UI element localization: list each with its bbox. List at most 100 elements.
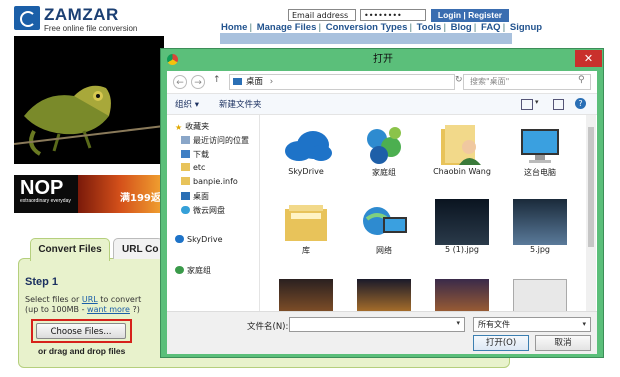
password-field[interactable]: ••••••••: [360, 9, 426, 21]
file-item-label: 网络: [376, 246, 392, 255]
desktop-icon: [233, 78, 242, 85]
image-thumb-icon: [513, 279, 567, 311]
folder-icon: [181, 163, 190, 171]
file-item-5-jpg[interactable]: 5.jpg: [504, 199, 576, 254]
recent-icon: [181, 136, 190, 144]
skydrive-icon: [175, 235, 184, 243]
image-thumb-icon: [513, 199, 567, 245]
sidebar-label: 桌面: [193, 192, 209, 201]
address-bar[interactable]: 桌面 ›: [229, 74, 455, 90]
promo-ad-text: 满199返: [120, 193, 161, 204]
nav-strip: [220, 33, 512, 44]
sidebar-item-recent[interactable]: 最近访问的位置: [181, 135, 249, 146]
zamzar-logo-icon[interactable]: [14, 6, 40, 30]
sidebar-item-favorites[interactable]: ★ 收藏夹: [175, 121, 209, 132]
sidebar-label: banpie.info: [193, 177, 238, 186]
new-folder-button[interactable]: 新建文件夹: [219, 98, 262, 110]
sidebar-label: 收藏夹: [185, 122, 210, 131]
scrollbar-thumb[interactable]: [588, 127, 594, 247]
download-icon: [181, 150, 190, 158]
homegroup-icon: [357, 121, 411, 167]
dialog-body: ← → ↑ 桌面 › ↻ 搜索"桌面" ⚲ 组织 ▾ 新建文件夹 ▾ ? ★ 收藏…: [167, 71, 597, 354]
nav-signup[interactable]: Signup: [510, 22, 542, 33]
nav-tools[interactable]: Tools: [417, 22, 442, 33]
sidebar-item-weiyun[interactable]: 微云网盘: [181, 205, 225, 216]
step-text: Select files or: [25, 295, 82, 304]
want-more-link[interactable]: want more: [87, 305, 130, 314]
tab-convert-files[interactable]: Convert Files: [30, 238, 110, 261]
forward-icon[interactable]: →: [191, 75, 205, 89]
file-item-network[interactable]: 网络: [348, 199, 420, 256]
open-file-dialog: 打开 ✕ ← → ↑ 桌面 › ↻ 搜索"桌面" ⚲ 组织 ▾ 新建文件夹 ▾ …: [160, 48, 604, 358]
dialog-title: 打开: [373, 54, 393, 65]
dialog-footer: 文件名(N): ▾ 所有文件 ▾ 打开(O) 取消: [167, 311, 597, 354]
organize-menu[interactable]: 组织 ▾: [175, 98, 199, 110]
file-item-5-1-jpg[interactable]: 5 (1).jpg: [426, 199, 498, 254]
nop-ad-banner[interactable]: NOP extraordinary everyday: [14, 175, 78, 213]
computer-icon: [513, 121, 567, 167]
folder-icon: [181, 177, 190, 185]
navigation-pane: ★ 收藏夹 最近访问的位置 下载 etc banpie.info 桌面 微云网盘 …: [167, 115, 260, 311]
desktop-icon: [181, 192, 190, 200]
choose-files-button[interactable]: Choose Files...: [36, 323, 126, 339]
nav-blog[interactable]: Blog: [451, 22, 472, 33]
close-button[interactable]: ✕: [575, 50, 602, 67]
login-register-button[interactable]: Login | Register: [431, 9, 509, 22]
sidebar-item-homegroup[interactable]: 家庭组: [175, 265, 211, 276]
email-field[interactable]: Email address: [288, 9, 356, 21]
drag-drop-hint: or drag and drop files: [38, 346, 126, 356]
nav-faq[interactable]: FAQ: [481, 22, 501, 33]
nav-home[interactable]: Home: [221, 22, 247, 33]
view-options-icon[interactable]: [521, 99, 533, 110]
help-icon[interactable]: ?: [575, 98, 586, 109]
filename-input[interactable]: ▾: [289, 317, 465, 332]
up-icon[interactable]: ↑: [213, 75, 221, 85]
back-icon[interactable]: ←: [173, 75, 187, 89]
file-item-libraries[interactable]: 库: [270, 199, 342, 256]
sidebar-item-downloads[interactable]: 下载: [181, 149, 209, 160]
file-item-thumb[interactable]: [348, 279, 420, 311]
file-grid: SkyDrive 家庭组 Chaobin Wang 这台电脑 库 网络 5 (1…: [260, 115, 586, 311]
search-icon[interactable]: ⚲: [578, 75, 585, 85]
url-link[interactable]: URL: [82, 295, 98, 304]
address-row: ← → ↑ 桌面 › ↻ 搜索"桌面" ⚲: [167, 71, 597, 94]
nav-conversion-types[interactable]: Conversion Types: [326, 22, 408, 33]
step-text: to convert: [97, 295, 142, 304]
sidebar-label: SkyDrive: [187, 235, 223, 244]
file-item-thumb[interactable]: [504, 279, 576, 311]
image-thumb-icon: [435, 199, 489, 245]
sidebar-item-banpie[interactable]: banpie.info: [181, 177, 238, 186]
file-item-this-pc[interactable]: 这台电脑: [504, 121, 576, 178]
sidebar-item-desktop[interactable]: 桌面: [181, 191, 209, 202]
refresh-icon[interactable]: ↻: [455, 75, 463, 85]
filename-label: 文件名(N):: [247, 322, 289, 332]
file-item-thumb[interactable]: [426, 279, 498, 311]
step-text: (up to 100MB -: [25, 305, 88, 314]
sidebar-item-etc[interactable]: etc: [181, 163, 205, 172]
open-button[interactable]: 打开(O): [473, 335, 529, 351]
nav-manage-files[interactable]: Manage Files: [257, 22, 317, 33]
step-description: Select files or URL to convert (up to 10…: [25, 295, 141, 315]
step-text: ?): [129, 305, 140, 314]
tab-url-convert[interactable]: URL Co: [113, 238, 163, 259]
sidebar-item-skydrive[interactable]: SkyDrive: [175, 235, 223, 244]
file-item-user-folder[interactable]: Chaobin Wang: [426, 121, 498, 176]
sidebar-label: 下载: [193, 150, 209, 159]
filetype-select[interactable]: 所有文件 ▾: [473, 317, 591, 332]
chevron-down-icon[interactable]: ▾: [535, 98, 539, 106]
chevron-down-icon[interactable]: ▾: [456, 319, 460, 327]
user-folder-icon: [435, 121, 489, 167]
cancel-button[interactable]: 取消: [535, 335, 591, 351]
file-item-thumb[interactable]: [270, 279, 342, 311]
preview-pane-icon[interactable]: [553, 99, 564, 110]
breadcrumb-chevron-icon: ›: [269, 77, 274, 87]
promo-ad-banner[interactable]: 满199返: [78, 175, 162, 213]
file-item-skydrive[interactable]: SkyDrive: [270, 121, 342, 176]
star-icon: ★: [175, 123, 183, 132]
file-item-label: 5 (1).jpg: [445, 245, 479, 254]
logo-text[interactable]: ZAMZAR: [44, 5, 119, 25]
file-item-homegroup[interactable]: 家庭组: [348, 121, 420, 178]
search-input[interactable]: 搜索"桌面": [463, 74, 591, 90]
image-thumb-icon: [435, 279, 489, 311]
cloud-disk-icon: [181, 206, 190, 214]
